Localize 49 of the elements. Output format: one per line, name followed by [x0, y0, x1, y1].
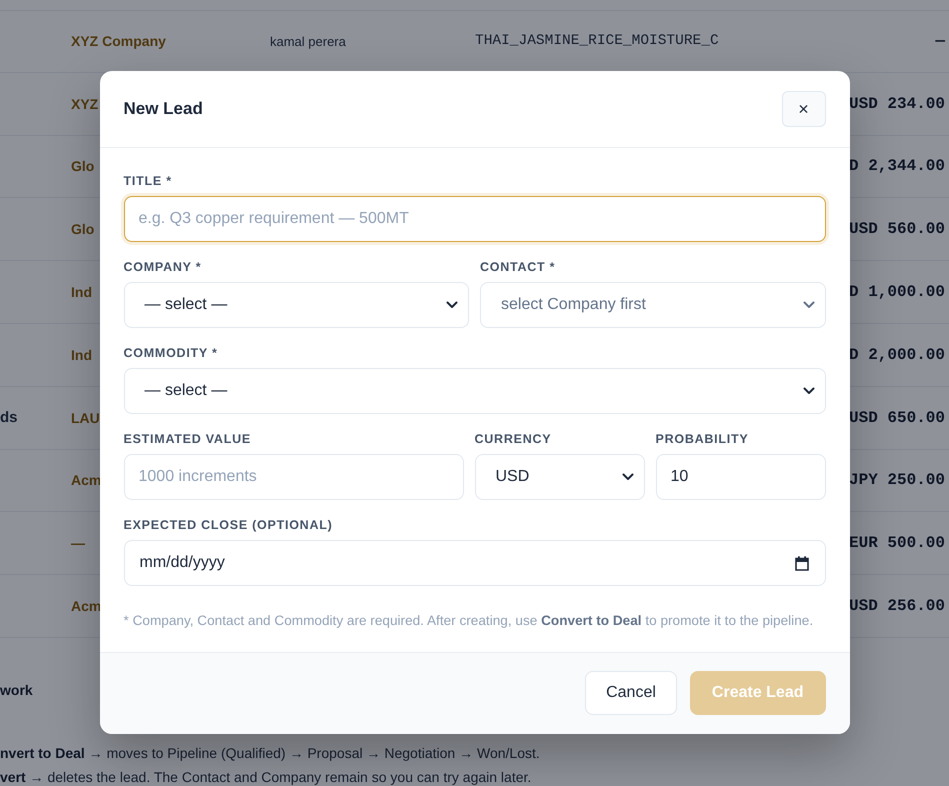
deal-value: JPY 250.00 — [848, 471, 945, 490]
date-field[interactable]: mm/dd/yyyy — [124, 540, 826, 586]
company-name: Ind — [71, 346, 92, 363]
select-field[interactable]: — select — — [124, 368, 826, 414]
deal-value: EUR 500.00 — [848, 534, 945, 552]
chevron-down-icon — [622, 473, 634, 481]
company-name: Glo — [71, 221, 94, 238]
help-text: nvert to Deal → moves to Pipeline (Qualified) → Proposal → Negotiation → Won/Lost. — [0, 744, 540, 763]
field-label: CONTACT * — [480, 260, 556, 275]
deal-value: D 1,000.00 — [848, 283, 945, 302]
deal-value: USD 650.00 — [848, 408, 945, 427]
deal-value: USD 234.00 — [848, 94, 945, 113]
input-field[interactable]: 10 — [656, 454, 826, 500]
close-button[interactable]: × — [782, 91, 826, 127]
chevron-down-icon — [446, 301, 458, 309]
company-name: XYZ — [71, 96, 98, 112]
field-label: ESTIMATED VALUE — [124, 432, 251, 447]
action-button[interactable]: Cancel — [585, 671, 677, 715]
deal-value: USD 256.00 — [848, 597, 945, 616]
calendar-icon — [794, 556, 808, 571]
company-name: Glo — [71, 158, 94, 174]
field-label: COMPANY * — [124, 260, 202, 275]
modal-title: New Lead — [124, 99, 203, 119]
field-label: EXPECTED CLOSE (OPTIONAL) — [124, 518, 333, 533]
help-text: vert → deletes the lead. The Contact and Company remain so you can try again later. — [0, 768, 532, 786]
field-label: PROBABILITY — [656, 432, 748, 447]
select-field[interactable]: USD — [474, 454, 644, 500]
section-heading: work — [0, 680, 33, 699]
field-label: CURRENCY — [474, 432, 552, 447]
select-field[interactable]: — select — — [124, 282, 469, 328]
field-label: COMMODITY * — [124, 346, 218, 361]
field-label: TITLE * — [124, 174, 172, 189]
company-name: Acm — [71, 472, 102, 488]
deal-value: D 2,000.00 — [848, 346, 945, 364]
company-name: Acm — [71, 598, 102, 614]
deal-value: — — [935, 32, 945, 50]
chevron-down-icon — [802, 387, 814, 395]
chevron-down-icon — [802, 301, 814, 309]
input-field[interactable]: e.g. Q3 copper requirement — 500MT — [124, 196, 826, 242]
deal-value: D 2,344.00 — [848, 157, 945, 176]
commodity-code: THAI_JASMINE_RICE_MOISTURE_C — [475, 33, 719, 50]
section-label: ds — [0, 409, 18, 426]
deal-value: USD 560.00 — [848, 220, 945, 238]
company-name: Ind — [71, 284, 92, 300]
company-name: LAU — [71, 410, 100, 426]
company-name: — — [71, 535, 85, 552]
help-text: * Company, Contact and Commodity are required. After creating, use Convert to Deal to promote it to the pipeline. — [124, 613, 814, 629]
company-name: XYZ Company — [71, 33, 166, 50]
contact-name: kamal perera — [270, 34, 346, 49]
